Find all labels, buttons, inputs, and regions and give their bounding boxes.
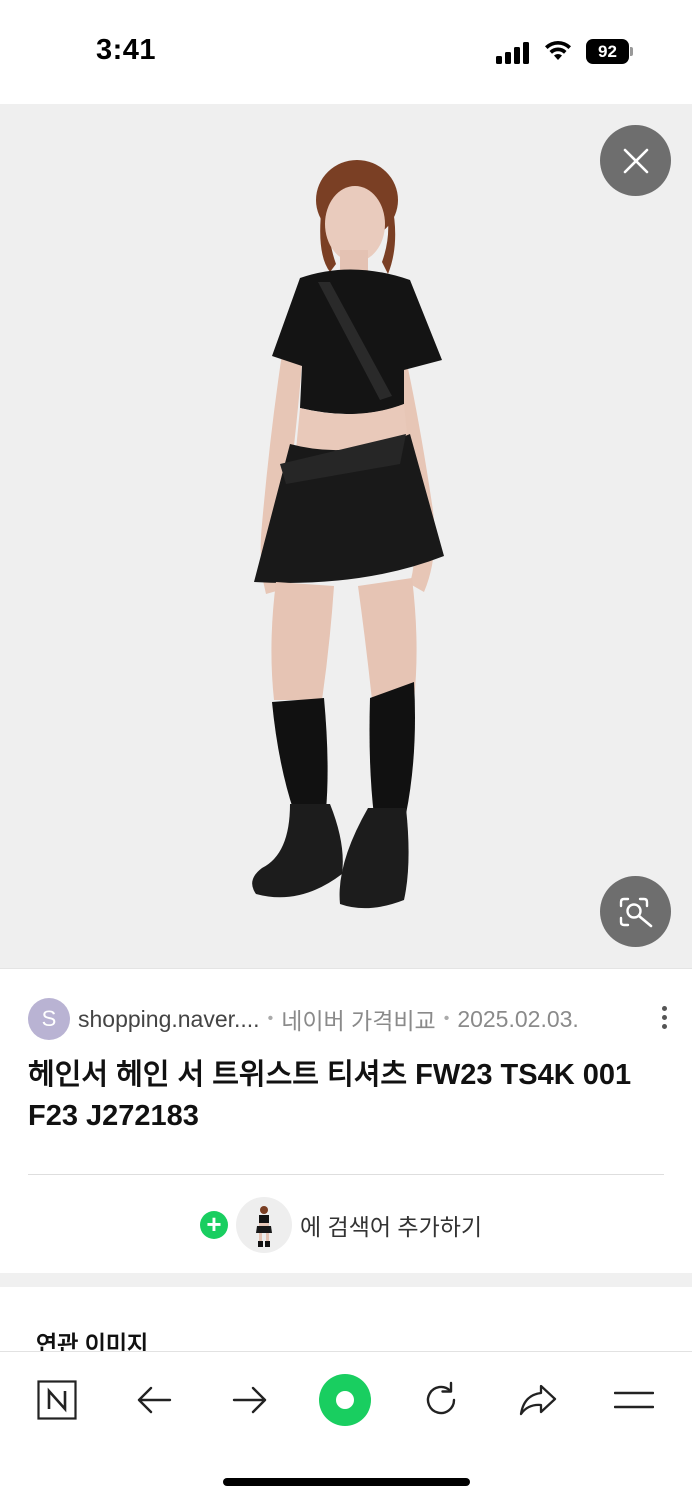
result-info: S shopping.naver.... • 네이버 가격비교 • 2025.0… — [0, 968, 692, 1273]
refresh-button[interactable] — [411, 1370, 471, 1430]
keyword-thumbnail — [236, 1197, 292, 1253]
battery-tip — [630, 47, 633, 56]
battery-level: 92 — [586, 39, 629, 64]
wifi-icon — [545, 40, 571, 60]
naver-home-icon — [37, 1380, 77, 1420]
close-button[interactable] — [600, 125, 671, 196]
green-dot-icon — [319, 1374, 371, 1426]
separator: • — [267, 1010, 274, 1027]
image-search-icon — [619, 897, 652, 927]
naver-home-button[interactable] — [27, 1370, 87, 1430]
forward-button[interactable] — [220, 1370, 280, 1430]
status-time: 3:41 — [96, 34, 157, 66]
plus-icon: + — [200, 1211, 228, 1239]
section-gap — [0, 1273, 692, 1287]
result-date: 2025.02.03. — [457, 1005, 579, 1032]
source-row[interactable]: S shopping.naver.... • 네이버 가격비교 • 2025.0… — [28, 998, 668, 1040]
close-icon — [623, 148, 648, 173]
battery-icon: 92 — [586, 39, 634, 64]
refresh-icon — [426, 1381, 456, 1415]
status-bar: 3:41 92 — [0, 0, 692, 104]
home-indicator — [223, 1478, 470, 1486]
share-button[interactable] — [508, 1370, 568, 1430]
share-icon — [519, 1384, 557, 1416]
separator: • — [443, 1010, 450, 1027]
image-search-button[interactable] — [600, 876, 671, 947]
back-arrow-icon — [137, 1386, 172, 1414]
more-options-icon[interactable] — [660, 1006, 668, 1032]
green-dot-button[interactable] — [315, 1370, 375, 1430]
related-images-section: 연관 이미지 — [0, 1287, 692, 1357]
product-photo — [252, 160, 444, 909]
back-button[interactable] — [124, 1370, 184, 1430]
divider — [28, 1174, 664, 1175]
image-viewer[interactable] — [0, 104, 692, 968]
add-keyword-label: 에 검색어 추가하기 — [300, 1214, 483, 1240]
menu-icon — [614, 1391, 654, 1409]
signal-icon — [496, 42, 529, 64]
source-name: 네이버 가격비교 — [281, 1008, 436, 1034]
source-domain[interactable]: shopping.naver.... — [78, 1006, 260, 1033]
source-avatar: S — [28, 998, 70, 1040]
forward-arrow-icon — [232, 1386, 267, 1414]
bottom-toolbar — [0, 1351, 692, 1500]
add-keyword-button[interactable]: + 에 검색어 추가하기 — [200, 1197, 482, 1253]
menu-button[interactable] — [604, 1370, 664, 1430]
result-title[interactable]: 헤인서 헤인 서 트위스트 티셔츠 FW23 TS4K 001 F23 J272… — [28, 1055, 668, 1137]
